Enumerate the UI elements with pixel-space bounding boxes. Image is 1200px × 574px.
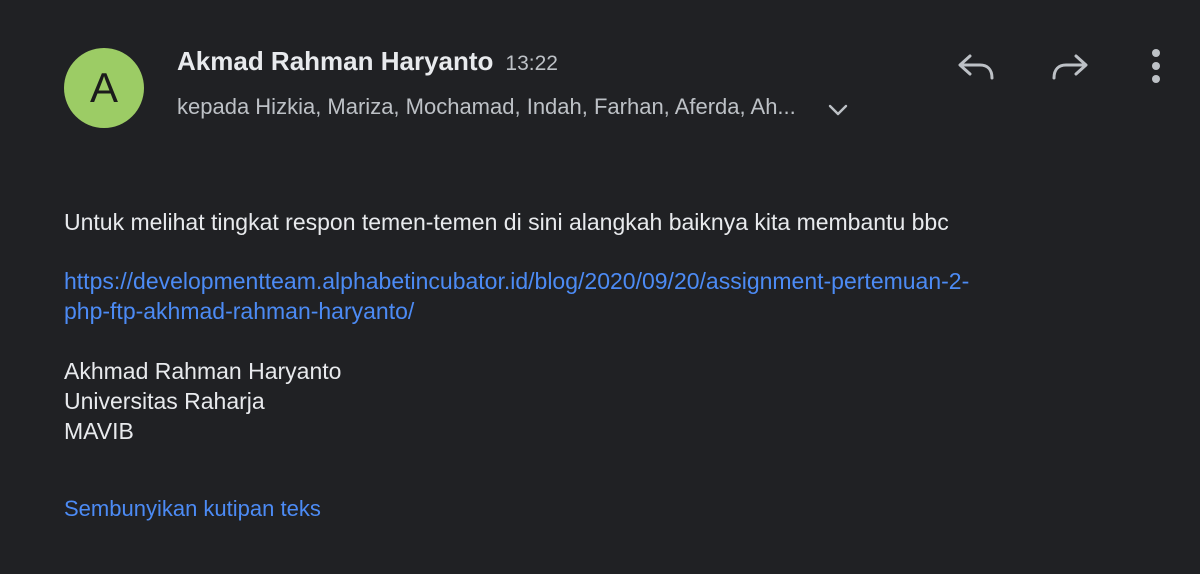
recipients-row[interactable]: kepada Hizkia, Mariza, Mochamad, Indah, … — [177, 92, 850, 122]
chevron-down-icon[interactable] — [826, 98, 850, 122]
avatar[interactable]: A — [64, 48, 144, 128]
avatar-letter: A — [89, 64, 118, 111]
more-options-button[interactable] — [1134, 44, 1178, 88]
sender-header: Akmad Rahman Haryanto 13:22 — [177, 46, 558, 77]
email-message-view: A Akmad Rahman Haryanto 13:22 kepada Hiz… — [0, 0, 1200, 574]
hide-quoted-text-link[interactable]: Sembunyikan kutipan teks — [64, 494, 321, 524]
forward-icon — [1052, 54, 1088, 80]
forward-button[interactable] — [1048, 44, 1092, 88]
signature-org: Universitas Raharja — [64, 388, 265, 414]
signature: Akhmad Rahman Haryanto Universitas Rahar… — [64, 356, 341, 446]
message-link-line-2[interactable]: php-ftp-akhmad-rahman-haryanto/ — [64, 296, 1124, 326]
message-body-text: Untuk melihat tingkat respon temen-temen… — [64, 209, 949, 235]
reply-icon — [958, 54, 994, 80]
signature-name: Akhmad Rahman Haryanto — [64, 358, 342, 384]
more-vert-icon — [1152, 49, 1160, 83]
reply-button[interactable] — [954, 44, 998, 88]
signature-group: MAVIB — [64, 418, 134, 444]
message-link[interactable]: https://developmentteam.alphabetincubato… — [64, 266, 1124, 326]
message-time: 13:22 — [505, 52, 558, 75]
sender-name[interactable]: Akmad Rahman Haryanto — [177, 46, 493, 77]
message-link-line-1[interactable]: https://developmentteam.alphabetincubato… — [64, 266, 1124, 296]
recipients-list[interactable]: kepada Hizkia, Mariza, Mochamad, Indah, … — [177, 94, 796, 120]
